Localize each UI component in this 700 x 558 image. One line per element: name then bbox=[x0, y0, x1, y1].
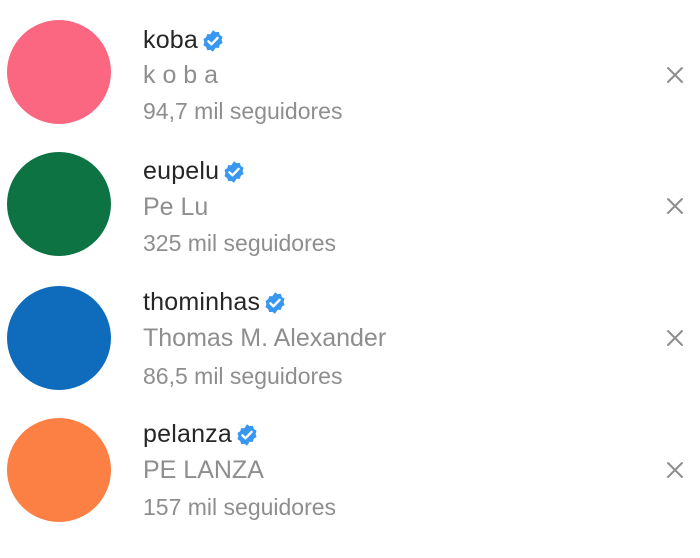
verified-badge-icon bbox=[222, 160, 246, 184]
follower-count: 86,5 mil seguidores bbox=[143, 363, 343, 389]
close-icon bbox=[667, 462, 683, 478]
follower-count: 94,7 mil seguidores bbox=[143, 98, 343, 124]
account-row[interactable]: koba k o b a 94,7 mil seguidores bbox=[0, 0, 700, 134]
username-line: pelanza bbox=[143, 416, 259, 452]
suggested-accounts-list: koba k o b a 94,7 mil seguidores eupelu bbox=[0, 0, 700, 558]
close-icon bbox=[667, 198, 683, 214]
avatar[interactable] bbox=[7, 286, 111, 390]
verified-badge-icon bbox=[263, 291, 287, 315]
close-icon bbox=[667, 67, 683, 83]
avatar[interactable] bbox=[7, 418, 111, 522]
username[interactable]: eupelu bbox=[143, 157, 219, 186]
full-name: PE LANZA bbox=[143, 456, 264, 484]
close-icon bbox=[667, 330, 683, 346]
username[interactable]: koba bbox=[143, 26, 198, 55]
full-name: Pe Lu bbox=[143, 193, 209, 221]
account-row[interactable]: thominhas Thomas M. Alexander 86,5 mil s… bbox=[0, 266, 700, 400]
full-name: Thomas M. Alexander bbox=[143, 324, 387, 352]
username[interactable]: pelanza bbox=[143, 420, 232, 449]
remove-suggestion-button[interactable] bbox=[662, 193, 688, 219]
remove-suggestion-button[interactable] bbox=[662, 325, 688, 351]
full-name: k o b a bbox=[143, 61, 219, 89]
avatar[interactable] bbox=[7, 152, 111, 256]
username[interactable]: thominhas bbox=[143, 288, 260, 317]
follower-count: 157 mil seguidores bbox=[143, 494, 337, 520]
account-row[interactable]: pelanza PE LANZA 157 mil seguidores bbox=[0, 400, 700, 534]
remove-suggestion-button[interactable] bbox=[662, 457, 688, 483]
remove-suggestion-button[interactable] bbox=[662, 62, 688, 88]
username-line: thominhas bbox=[143, 284, 287, 320]
verified-badge-icon bbox=[201, 29, 225, 53]
verified-badge-icon bbox=[235, 423, 259, 447]
account-row[interactable]: eupelu Pe Lu 325 mil seguidores bbox=[0, 133, 700, 267]
username-line: koba bbox=[143, 22, 225, 58]
avatar[interactable] bbox=[7, 20, 111, 124]
username-line: eupelu bbox=[143, 153, 246, 189]
follower-count: 325 mil seguidores bbox=[143, 230, 337, 256]
